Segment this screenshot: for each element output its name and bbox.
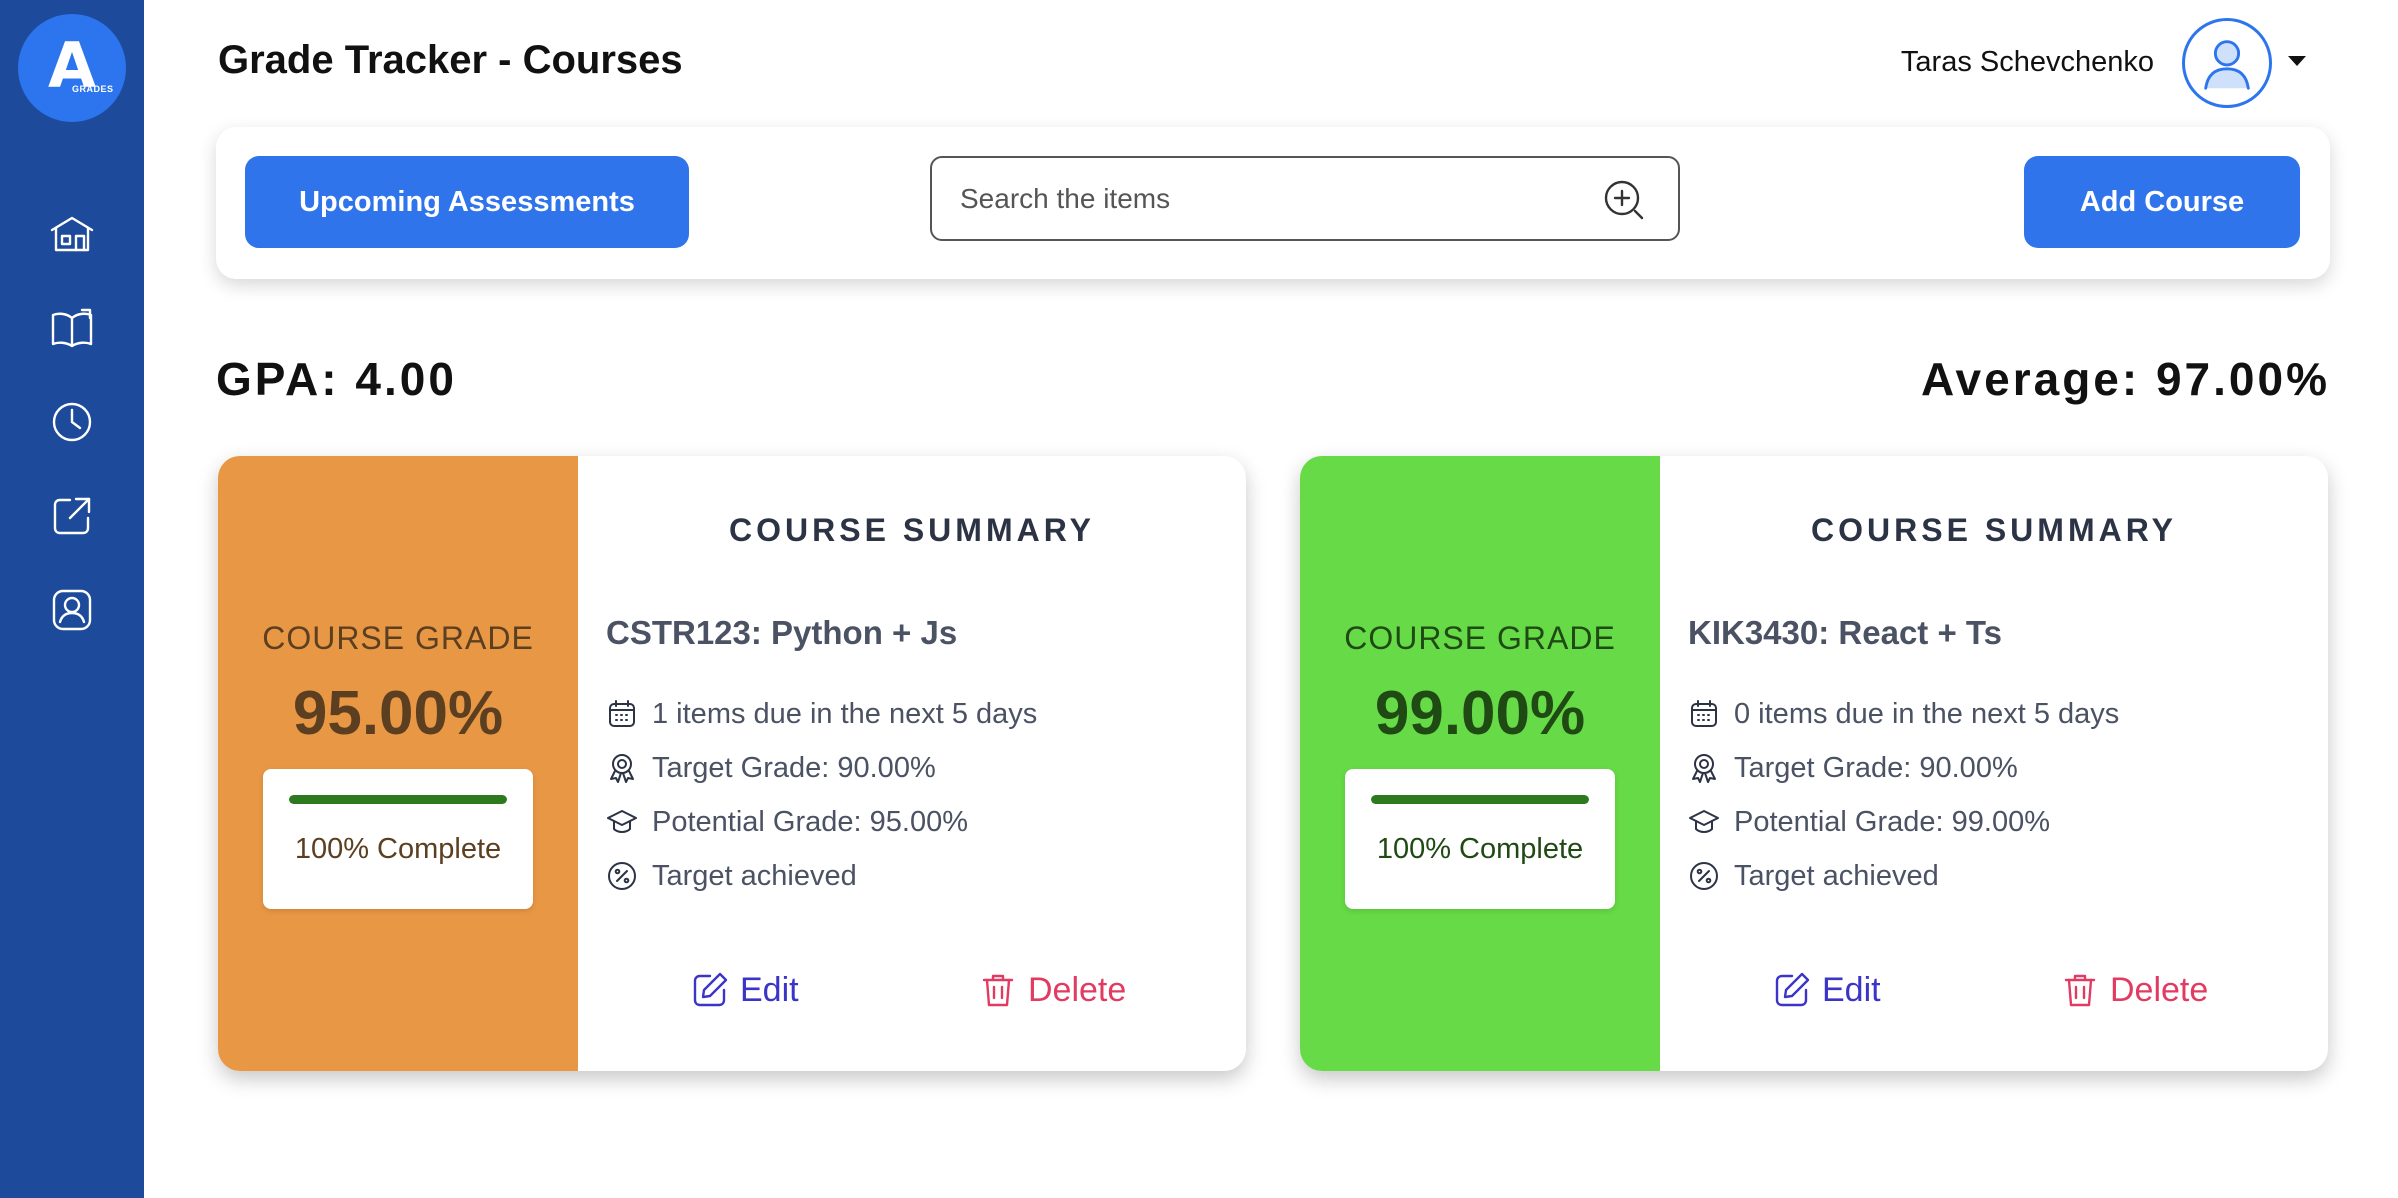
- home-icon[interactable]: [48, 210, 96, 258]
- edit-button[interactable]: Edit: [690, 962, 799, 1018]
- percent-badge-icon: [1690, 862, 1718, 890]
- graduation-cap-icon: [607, 810, 637, 833]
- due-items-row: 1 items due in the next 5 days: [606, 694, 1037, 734]
- award-icon: [1692, 754, 1716, 783]
- toolbar: Upcoming Assessments Add Course: [216, 127, 2330, 279]
- progress-fill: [289, 795, 507, 804]
- course-name: KIK3430: React + Ts: [1688, 614, 2002, 651]
- summary-title: COURSE SUMMARY: [729, 512, 1095, 548]
- summary-title: COURSE SUMMARY: [1811, 512, 2177, 548]
- potential-grade-row: Potential Grade: 99.00%: [1688, 802, 2050, 842]
- logo-subtext: GRADES: [72, 84, 114, 94]
- edit-label: Edit: [1822, 970, 1881, 1009]
- potential-grade-row: Potential Grade: 95.00%: [606, 802, 968, 842]
- percent-badge-icon: [608, 862, 636, 890]
- edit-icon: [693, 972, 728, 1007]
- course-grade-panel: COURSE GRADE 95.00% 100% Complete: [218, 456, 578, 1071]
- trash-icon: [2064, 974, 2096, 1007]
- delete-button[interactable]: Delete: [978, 962, 1126, 1018]
- graduation-cap-icon: [1689, 810, 1719, 833]
- course-grade-value: 99.00%: [1374, 679, 1586, 748]
- course-card: COURSE GRADE 95.00% 100% Complete COURSE…: [218, 456, 1246, 1071]
- user-badge-icon[interactable]: [48, 586, 96, 634]
- clock-icon[interactable]: [48, 398, 96, 446]
- target-grade-text: Target Grade: 90.00%: [652, 751, 936, 784]
- due-items-row: 0 items due in the next 5 days: [1688, 694, 2119, 734]
- target-grade-row: Target Grade: 90.00%: [1688, 748, 2018, 788]
- sidebar: A GRADES: [0, 0, 144, 1198]
- progress-text: 100% Complete: [1376, 833, 1584, 865]
- edit-button[interactable]: Edit: [1772, 962, 1881, 1018]
- award-icon: [610, 754, 634, 783]
- page-title: Grade Tracker - Courses: [218, 38, 683, 82]
- search-input[interactable]: [960, 158, 1600, 239]
- search-icon[interactable]: [1602, 178, 1646, 222]
- potential-grade-text: Potential Grade: 95.00%: [652, 805, 968, 838]
- target-status-text: Target achieved: [1734, 859, 1939, 892]
- course-summary: COURSE SUMMARY KIK3430: React + Ts 0 ite…: [1660, 456, 2328, 1071]
- progress-bar: [1371, 795, 1589, 804]
- potential-grade-text: Potential Grade: 99.00%: [1734, 805, 2050, 838]
- progress-bar: [289, 795, 507, 804]
- calendar-icon: [1691, 700, 1717, 727]
- gpa-value: GPA: 4.00: [216, 353, 457, 405]
- user-name: Taras Schevchenko: [1900, 46, 2154, 78]
- due-items-text: 0 items due in the next 5 days: [1734, 697, 2120, 730]
- target-status-row: Target achieved: [1688, 856, 1939, 896]
- target-grade-text: Target Grade: 90.00%: [1734, 751, 2018, 784]
- course-grade-label: COURSE GRADE: [1344, 620, 1616, 656]
- course-grade-panel: COURSE GRADE 99.00% 100% Complete: [1300, 456, 1660, 1071]
- edit-icon: [1775, 972, 1810, 1007]
- course-name: CSTR123: Python + Js: [606, 614, 958, 651]
- add-course-button[interactable]: Add Course: [2024, 156, 2300, 248]
- target-grade-row: Target Grade: 90.00%: [606, 748, 936, 788]
- book-icon[interactable]: [48, 304, 96, 352]
- avatar[interactable]: [2182, 18, 2272, 108]
- progress-box: 100% Complete: [263, 769, 533, 909]
- course-card: COURSE GRADE 99.00% 100% Complete COURSE…: [1300, 456, 2328, 1071]
- calendar-icon: [609, 700, 635, 727]
- app-logo[interactable]: A GRADES: [18, 14, 126, 122]
- external-link-icon[interactable]: [48, 492, 96, 540]
- course-grade-label: COURSE GRADE: [262, 620, 534, 656]
- trash-icon: [982, 974, 1014, 1007]
- course-grade-value: 95.00%: [292, 679, 504, 748]
- progress-text: 100% Complete: [294, 833, 502, 865]
- user-menu-chevron-down-icon[interactable]: [2288, 56, 2306, 66]
- upcoming-assessments-button[interactable]: Upcoming Assessments: [245, 156, 689, 248]
- target-status-row: Target achieved: [606, 856, 857, 896]
- delete-label: Delete: [1028, 970, 1127, 1009]
- progress-fill: [1371, 795, 1589, 804]
- target-status-text: Target achieved: [652, 859, 857, 892]
- search-box: [930, 156, 1680, 241]
- delete-label: Delete: [2110, 970, 2209, 1009]
- due-items-text: 1 items due in the next 5 days: [652, 697, 1038, 730]
- edit-label: Edit: [740, 970, 799, 1009]
- user-icon: [2204, 40, 2250, 90]
- progress-box: 100% Complete: [1345, 769, 1615, 909]
- delete-button[interactable]: Delete: [2060, 962, 2208, 1018]
- course-summary: COURSE SUMMARY CSTR123: Python + Js 1 it…: [578, 456, 1246, 1071]
- average-value: Average: 97.00%: [1921, 353, 2330, 405]
